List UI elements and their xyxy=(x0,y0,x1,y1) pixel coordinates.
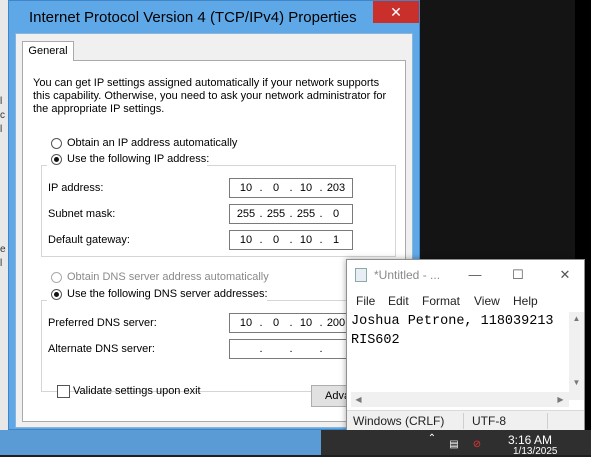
menu-edit[interactable]: Edit xyxy=(388,294,409,308)
vertical-scrollbar[interactable]: ▲ ▼ xyxy=(569,312,584,400)
preferred-dns-octet: 0 xyxy=(272,317,280,329)
dialog-title: Internet Protocol Version 4 (TCP/IPv4) P… xyxy=(29,9,357,26)
menu-file[interactable]: File xyxy=(356,294,375,308)
background-window-fragment: l xyxy=(0,96,3,107)
gateway-octet: 10 xyxy=(299,234,313,246)
octet-separator: . xyxy=(319,343,323,355)
notepad-statusbar: Windows (CRLF) UTF-8 xyxy=(347,410,584,430)
validate-label[interactable]: Validate settings upon exit xyxy=(73,385,201,397)
subnet-octet: 0 xyxy=(332,208,340,220)
notepad-title: *Untitled - ... xyxy=(374,268,441,282)
default-gateway-label: Default gateway: xyxy=(48,234,130,246)
speaker-muted-icon[interactable]: ⊘ xyxy=(471,439,483,451)
menu-format[interactable]: Format xyxy=(422,294,460,308)
subnet-octet: 255 xyxy=(266,208,286,220)
alternate-dns-input[interactable]: . . . xyxy=(229,339,353,359)
scroll-left-icon[interactable]: ◀ xyxy=(351,395,366,404)
default-gateway-input[interactable]: 10 . 0 . 10 . 1 xyxy=(229,230,353,250)
preferred-dns-octet: 10 xyxy=(239,317,253,329)
octet-separator: . xyxy=(259,343,263,355)
subnet-octet: 255 xyxy=(296,208,316,220)
taskbar-date[interactable]: 1/13/2025 xyxy=(513,446,558,457)
menu-view[interactable]: View xyxy=(474,294,500,308)
ip-address-octet: 203 xyxy=(326,182,346,194)
subnet-octet: 255 xyxy=(236,208,256,220)
dns-manual-legend: Use the following DNS server addresses: xyxy=(47,287,268,301)
taskbar: ⌃ ▤ ⊘ 3:16 AM 1/13/2025 xyxy=(0,430,591,457)
notepad-window: *Untitled - ... — ☐ ✕ File Edit Format V… xyxy=(346,259,585,431)
text-line: Joshua Petrone, 118039213 xyxy=(351,314,554,329)
ip-address-input[interactable]: 10 . 0 . 10 . 203 xyxy=(229,178,353,198)
menu-help[interactable]: Help xyxy=(513,294,538,308)
ip-address-label: IP address: xyxy=(48,182,104,194)
taskbar-button[interactable] xyxy=(0,430,321,455)
text-line: RIS602 xyxy=(351,333,400,348)
octet-separator: . xyxy=(289,343,293,355)
scroll-right-icon[interactable]: ▶ xyxy=(553,395,568,404)
dns-manual-radio[interactable] xyxy=(51,289,62,300)
chevron-up-icon[interactable]: ⌃ xyxy=(426,433,438,445)
alternate-dns-label: Alternate DNS server: xyxy=(48,343,155,355)
ip-address-octet: 10 xyxy=(239,182,253,194)
ip-auto-radio[interactable] xyxy=(51,138,62,149)
status-separator xyxy=(547,413,548,429)
ip-manual-label[interactable]: Use the following IP address: xyxy=(67,153,209,165)
ip-auto-label[interactable]: Obtain an IP address automatically xyxy=(67,137,237,149)
ip-address-octet: 10 xyxy=(299,182,313,194)
status-separator xyxy=(463,413,464,429)
scroll-up-icon[interactable]: ▲ xyxy=(569,314,584,323)
background-window-fragment: c xyxy=(0,110,5,121)
minimize-button[interactable]: — xyxy=(467,267,483,282)
ip-address-octet: 0 xyxy=(272,182,280,194)
dns-manual-label[interactable]: Use the following DNS server addresses: xyxy=(67,288,268,300)
gateway-octet: 1 xyxy=(332,234,340,246)
gateway-octet: 0 xyxy=(272,234,280,246)
dns-auto-radio[interactable] xyxy=(51,272,62,283)
maximize-button[interactable]: ☐ xyxy=(510,267,526,283)
background-window-fragment: l xyxy=(0,124,3,135)
dns-auto-label[interactable]: Obtain DNS server address automatically xyxy=(67,271,269,283)
notepad-titlebar[interactable]: *Untitled - ... — ☐ ✕ xyxy=(347,260,584,290)
scroll-down-icon[interactable]: ▼ xyxy=(569,378,584,387)
preferred-dns-octet: 200 xyxy=(326,317,346,329)
gateway-octet: 10 xyxy=(239,234,253,246)
background-window-fragment: l xyxy=(0,258,3,269)
notepad-text-area[interactable]: Joshua Petrone, 118039213 RIS602 xyxy=(351,312,567,399)
horizontal-scrollbar[interactable]: ◀ ▶ xyxy=(351,392,569,407)
dialog-close-button[interactable]: ✕ xyxy=(373,1,419,23)
preferred-dns-label: Preferred DNS server: xyxy=(48,317,157,329)
background-window-fragment: e xyxy=(0,244,6,255)
network-icon[interactable]: ▤ xyxy=(448,439,460,451)
notepad-icon xyxy=(355,268,367,282)
status-encoding: UTF-8 xyxy=(472,414,506,428)
tab-general[interactable]: General xyxy=(22,41,74,61)
subnet-mask-label: Subnet mask: xyxy=(48,208,116,220)
notepad-close-button[interactable]: ✕ xyxy=(557,267,573,283)
taskbar-clock[interactable]: 3:16 AM xyxy=(508,433,552,447)
ip-manual-radio[interactable] xyxy=(51,154,62,165)
status-line-ending: Windows (CRLF) xyxy=(353,414,445,428)
ip-manual-legend: Use the following IP address: xyxy=(47,152,209,166)
dialog-description: You can get IP settings assigned automat… xyxy=(33,77,387,115)
preferred-dns-input[interactable]: 10 . 0 . 10 . 200 xyxy=(229,313,353,333)
validate-checkbox[interactable] xyxy=(57,385,70,398)
preferred-dns-octet: 10 xyxy=(299,317,313,329)
subnet-mask-input[interactable]: 255 . 255 . 255 . 0 xyxy=(229,204,353,224)
